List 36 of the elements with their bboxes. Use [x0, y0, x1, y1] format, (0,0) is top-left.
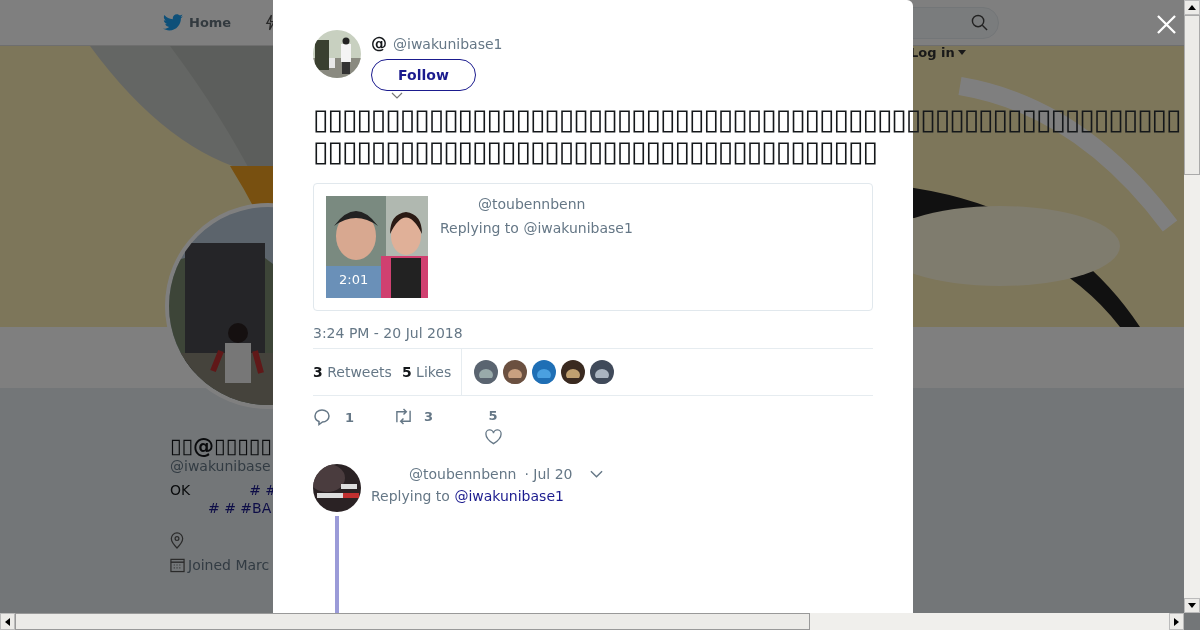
scroll-right-button[interactable]	[1169, 613, 1184, 630]
reply-icon	[313, 408, 331, 426]
close-icon[interactable]	[1157, 15, 1176, 34]
search-icon	[971, 14, 988, 31]
stat-link[interactable]: 3 Retweets	[313, 364, 392, 380]
up-arrow-icon	[1188, 5, 1196, 10]
bio-text: OK	[170, 482, 192, 498]
like-button[interactable]: 5	[483, 408, 503, 445]
scroll-thumb[interactable]	[1184, 15, 1200, 175]
down-arrow-icon	[1188, 603, 1196, 608]
calendar-icon	[170, 557, 185, 573]
scroll-left-button[interactable]	[0, 613, 15, 630]
scroll-up-button[interactable]	[1184, 0, 1200, 15]
profile-name: ▯▯@▯▯▯▯▯	[170, 434, 272, 458]
horizontal-scrollbar[interactable]	[0, 613, 1184, 630]
scroll-down-button[interactable]	[1184, 598, 1200, 613]
retweet-button[interactable]: 3	[393, 408, 483, 425]
reply-button[interactable]: 1	[313, 408, 393, 426]
joined-date: Joined Marc	[188, 557, 270, 573]
reply-handle: @toubennbenn	[409, 466, 517, 482]
tweet-timestamp: 3:24 PM - 20 Jul 2018	[313, 325, 464, 343]
home-link[interactable]: Home	[163, 14, 232, 31]
scroll-thumb[interactable]	[15, 613, 810, 630]
heart-icon	[484, 429, 502, 445]
right-arrow-icon	[1174, 617, 1179, 626]
replying-to: Replying to @iwakunibase1	[371, 488, 565, 504]
profile-handle: @iwakunibase	[170, 458, 271, 474]
vertical-scrollbar[interactable]	[1184, 0, 1200, 613]
reply-date: · Jul 20	[524, 466, 573, 482]
mention-link[interactable]: @iwakunibase1	[454, 488, 564, 504]
retweet-icon	[393, 408, 414, 425]
stat-link[interactable]: 5 Likes	[401, 364, 452, 380]
left-arrow-icon	[5, 617, 10, 626]
bird-icon	[163, 14, 183, 31]
chevron-icon[interactable]	[590, 470, 604, 478]
location-icon	[170, 532, 184, 549]
